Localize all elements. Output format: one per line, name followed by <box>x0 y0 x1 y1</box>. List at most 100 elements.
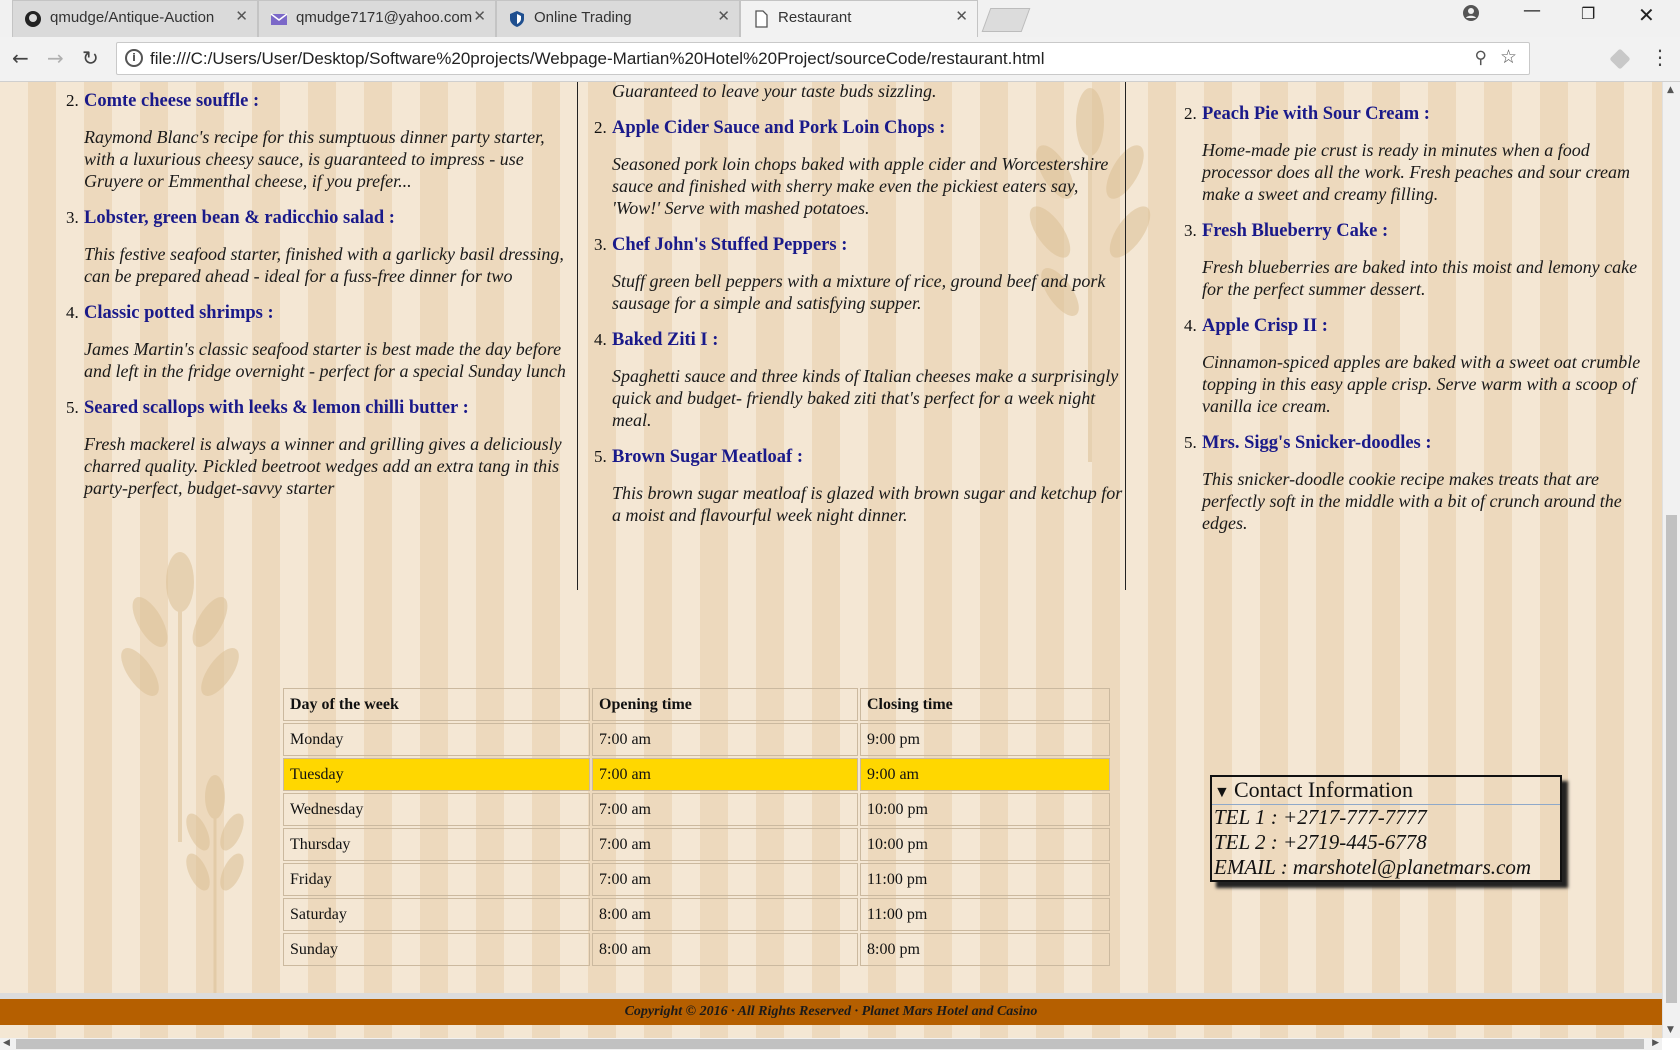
menu-icon[interactable]: ⋮ <box>1650 45 1670 69</box>
day-cell: Wednesday <box>283 793 590 826</box>
column-header: Day of the week <box>283 688 590 721</box>
list-item: 5. Seared scallops with leeks & lemon ch… <box>66 398 577 499</box>
dish-title: Peach Pie with Sour Cream : <box>1202 104 1430 124</box>
browser-toolbar: ← → ↻ i file:///C:/Users/User/Desktop/So… <box>0 37 1680 82</box>
list-number: 4. <box>594 330 607 349</box>
tab-title: Online Trading <box>534 9 632 26</box>
table-row: Wednesday 7:00 am 10:00 pm <box>283 793 1110 826</box>
mail-icon <box>270 10 288 28</box>
opening-cell: 7:00 am <box>592 758 858 791</box>
close-icon[interactable]: ✕ <box>235 7 248 25</box>
url-text[interactable]: file:///C:/Users/User/Desktop/Software%2… <box>150 49 1044 69</box>
tel1-text: TEL 1 : +2717-777-7777 <box>1214 805 1427 829</box>
back-icon[interactable]: ← <box>12 46 29 70</box>
closing-cell: 9:00 pm <box>860 723 1110 756</box>
tab-title: qmudge/Antique-Auction <box>50 9 215 26</box>
dish-description: This brown sugar meatloaf is glazed with… <box>612 483 1123 525</box>
dish-description: Home-made pie crust is ready in minutes … <box>1202 140 1630 204</box>
scroll-thumb[interactable] <box>16 1039 1644 1049</box>
close-icon[interactable]: ✕ <box>955 7 968 25</box>
tab-github[interactable]: qmudge/Antique-Auction ✕ <box>12 0 258 37</box>
list-item: 4. Apple Crisp II : Cinnamon-spiced appl… <box>1184 316 1662 417</box>
zoom-icon[interactable]: ⚲ <box>1475 48 1487 68</box>
dish-description: Stuff green bell peppers with a mixture … <box>612 271 1106 313</box>
list-item: 3. Fresh Blueberry Cake : Fresh blueberr… <box>1184 221 1662 300</box>
info-icon[interactable]: i <box>125 49 143 67</box>
list-number: 5. <box>1184 433 1197 452</box>
list-item: 3. Chef John's Stuffed Peppers : Stuff g… <box>594 235 1125 314</box>
tel2-text: TEL 2 : +2719-445-6778 <box>1214 830 1427 854</box>
email-text: EMAIL : marshotel@planetmars.com <box>1214 855 1531 879</box>
extension-icon[interactable] <box>1609 48 1631 70</box>
table-header-row: Day of the week Opening time Closing tim… <box>283 688 1110 721</box>
github-icon <box>24 10 42 28</box>
copyright-text: Copyright © 2016 · All Rights Reserved ·… <box>624 1004 1038 1019</box>
minimize-icon[interactable]: — <box>1523 0 1541 21</box>
dish-description: Seasoned pork loin chops baked with appl… <box>612 154 1109 218</box>
day-cell: Monday <box>283 723 590 756</box>
close-icon[interactable]: ✕ <box>473 7 486 25</box>
dish-description: This festive seafood starter, finished w… <box>84 244 564 286</box>
closing-cell: 9:00 am <box>860 758 1110 791</box>
tab-title: qmudge7171@yahoo.com <box>296 9 473 26</box>
closing-cell: 8:00 pm <box>860 933 1110 966</box>
dish-description: This snicker-doodle cookie recipe makes … <box>1202 469 1622 533</box>
list-item: 4. Baked Ziti I : Spaghetti sauce and th… <box>594 330 1125 431</box>
list-number: 4. <box>1184 316 1197 335</box>
opening-cell: 8:00 am <box>592 933 858 966</box>
triangle-down-icon[interactable]: ▼ <box>1214 784 1234 802</box>
table-row: Friday 7:00 am 11:00 pm <box>283 863 1110 896</box>
dish-description: Spaghetti sauce and three kinds of Itali… <box>612 366 1119 430</box>
day-cell: Tuesday <box>283 758 590 791</box>
dish-title: Classic potted shrimps : <box>84 303 274 323</box>
list-number: 3. <box>66 208 79 227</box>
scroll-up-icon[interactable]: ▲ <box>1667 85 1674 95</box>
dish-title: Apple Crisp II : <box>1202 316 1328 336</box>
shield-icon <box>508 10 526 28</box>
dish-description: Fresh mackerel is always a winner and gr… <box>84 434 562 498</box>
restore-icon[interactable]: ❐ <box>1581 4 1595 23</box>
dish-title: Chef John's Stuffed Peppers : <box>612 235 848 255</box>
table-row-highlighted: Tuesday 7:00 am 9:00 am <box>283 758 1110 791</box>
list-number: 4. <box>66 303 79 322</box>
bookmark-star-icon[interactable]: ☆ <box>1500 46 1517 68</box>
contact-summary-toggle[interactable]: ▼ Contact Information <box>1212 777 1560 805</box>
close-window-icon[interactable]: ✕ <box>1638 3 1655 27</box>
list-item: 2. Peach Pie with Sour Cream : Home-made… <box>1184 104 1662 205</box>
dish-description: James Martin's classic seafood starter i… <box>84 339 566 381</box>
closing-cell: 10:00 pm <box>860 828 1110 861</box>
list-item: 3. Lobster, green bean & radicchio salad… <box>66 208 577 287</box>
tab-online-trading[interactable]: Online Trading ✕ <box>496 0 740 37</box>
new-tab-button[interactable] <box>981 8 1031 32</box>
day-cell: Thursday <box>283 828 590 861</box>
dish-title: Baked Ziti I : <box>612 330 719 350</box>
wheat-decoration-icon <box>186 775 244 1002</box>
tab-restaurant[interactable]: Restaurant ✕ <box>740 0 978 37</box>
opening-cell: 8:00 am <box>592 898 858 931</box>
list-item: Guaranteed to leave your taste buds sizz… <box>612 82 1125 102</box>
horizontal-scrollbar[interactable]: ◀ ▶ <box>0 1038 1662 1050</box>
day-cell: Saturday <box>283 898 590 931</box>
list-number: 2. <box>1184 104 1197 123</box>
list-item: 4. Classic potted shrimps : James Martin… <box>66 303 577 382</box>
scroll-right-icon[interactable]: ▶ <box>1652 1038 1659 1048</box>
reload-icon[interactable]: ↻ <box>82 46 99 70</box>
table-row: Sunday 8:00 am 8:00 pm <box>283 933 1110 966</box>
tab-yahoo-mail[interactable]: qmudge7171@yahoo.com ✕ <box>258 0 496 37</box>
forward-icon[interactable]: → <box>47 46 64 70</box>
desserts-column: 2. Peach Pie with Sour Cream : Home-made… <box>1168 82 1662 590</box>
column-header: Closing time <box>860 688 1110 721</box>
vertical-scrollbar[interactable]: ▲ ▼ <box>1662 82 1680 1038</box>
opening-cell: 7:00 am <box>592 793 858 826</box>
page-icon <box>752 10 770 28</box>
close-icon[interactable]: ✕ <box>717 7 730 25</box>
list-number: 5. <box>66 398 79 417</box>
contact-details: ▼ Contact Information TEL 1 : +2717-777-7… <box>1210 775 1562 882</box>
day-cell: Sunday <box>283 933 590 966</box>
scroll-thumb[interactable] <box>1666 515 1677 1003</box>
address-bar[interactable]: i file:///C:/Users/User/Desktop/Software… <box>116 42 1530 75</box>
list-item: 2. Apple Cider Sauce and Pork Loin Chops… <box>594 118 1125 219</box>
scroll-down-icon[interactable]: ▼ <box>1667 1025 1674 1035</box>
profile-icon[interactable] <box>1462 4 1480 27</box>
scroll-left-icon[interactable]: ◀ <box>3 1038 10 1048</box>
